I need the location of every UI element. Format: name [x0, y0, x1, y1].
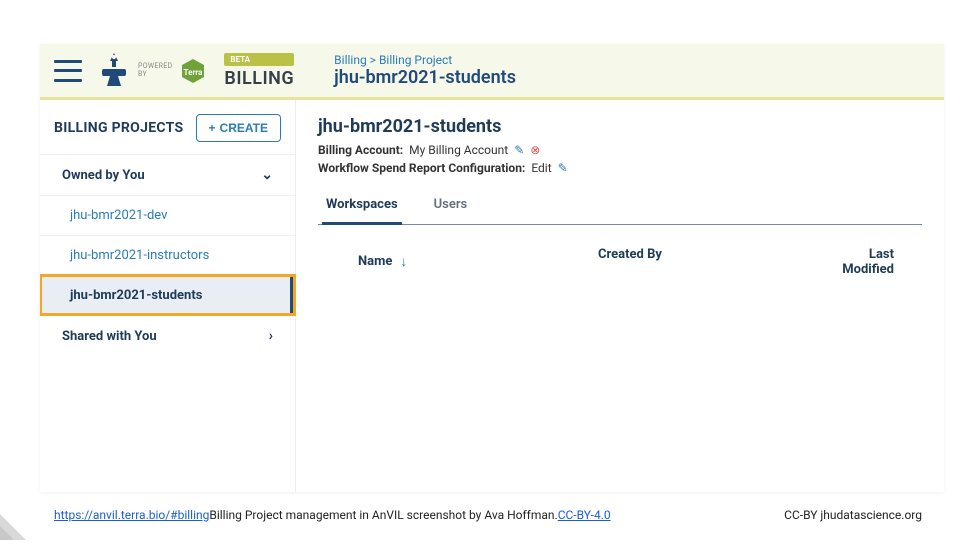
column-name[interactable]: Name ↓ [358, 247, 598, 277]
chevron-down-icon: ⌄ [261, 167, 273, 183]
sort-arrow-icon: ↓ [400, 253, 407, 270]
create-button[interactable]: + CREATE [196, 114, 281, 142]
project-item-instructors[interactable]: jhu-bmr2021-instructors [40, 235, 295, 275]
section-shared-with-you[interactable]: Shared with You › [40, 315, 295, 356]
plus-icon: + [209, 121, 216, 135]
create-label: CREATE [220, 121, 268, 135]
footer-text: Billing Project management in AnVIL scre… [209, 508, 557, 522]
section-shared-label: Shared with You [62, 329, 157, 344]
pencil-icon[interactable]: ✎ [514, 143, 524, 157]
table-header: Name ↓ Created By Last Modified [318, 225, 922, 277]
breadcrumb[interactable]: Billing > Billing Project [334, 53, 516, 67]
tab-workspaces[interactable]: Workspaces [322, 189, 402, 225]
breadcrumb-separator: > [370, 53, 379, 67]
content-area: BILLING PROJECTS + CREATE Owned by You ⌄… [40, 100, 944, 492]
svg-text:Terra: Terra [184, 68, 204, 77]
beta-badge: BETA [224, 53, 294, 66]
project-title: jhu-bmr2021-students [318, 116, 922, 137]
tabs: Workspaces Users [318, 189, 922, 225]
powered-by-label: POWERED BY [138, 63, 172, 78]
footer-attribution: CC-BY jhudatascience.org [784, 508, 922, 522]
menu-button[interactable] [54, 60, 82, 82]
breadcrumb-child[interactable]: Billing Project [379, 53, 452, 67]
section-owned-by-you[interactable]: Owned by You ⌄ [40, 154, 295, 195]
breadcrumb-title: jhu-bmr2021-students [334, 67, 516, 88]
billing-title: BILLING [224, 68, 294, 89]
billing-account-row: Billing Account: My Billing Account ✎ ⊗ [318, 143, 922, 157]
section-owned-label: Owned by You [62, 168, 145, 183]
header-bar: POWERED BY Terra BETA BILLING Billing > … [40, 44, 944, 100]
sidebar-header: BILLING PROJECTS + CREATE [40, 114, 295, 154]
column-last-modified[interactable]: Last Modified [838, 247, 894, 277]
terra-logo-icon: Terra [180, 58, 206, 84]
sidebar: BILLING PROJECTS + CREATE Owned by You ⌄… [40, 100, 296, 492]
remove-icon[interactable]: ⊗ [530, 143, 540, 157]
footer-license-link[interactable]: CC-BY-4.0 [558, 508, 611, 522]
breadcrumb-block: Billing > Billing Project jhu-bmr2021-st… [334, 53, 516, 88]
anvil-logo-icon [98, 51, 130, 91]
sidebar-title: BILLING PROJECTS [54, 120, 183, 136]
column-name-label: Name [358, 254, 392, 269]
workflow-config-row: Workflow Spend Report Configuration: Edi… [318, 161, 922, 175]
corner-decoration [0, 496, 44, 540]
pencil-icon[interactable]: ✎ [558, 161, 568, 175]
tab-users[interactable]: Users [430, 189, 472, 225]
page-title-block: BETA BILLING [224, 53, 294, 89]
workflow-config-value: Edit [531, 161, 551, 175]
project-item-dev[interactable]: jhu-bmr2021-dev [40, 195, 295, 235]
project-item-students[interactable]: jhu-bmr2021-students [40, 275, 295, 315]
chevron-right-icon: › [269, 328, 273, 344]
billing-account-value: My Billing Account [409, 143, 508, 157]
logo-group: POWERED BY Terra [98, 51, 206, 91]
main-panel: jhu-bmr2021-students Billing Account: My… [296, 100, 944, 492]
breadcrumb-parent[interactable]: Billing [334, 53, 367, 67]
footer-url-link[interactable]: https://anvil.terra.bio/#billing [54, 508, 209, 522]
column-created-by[interactable]: Created By [598, 247, 838, 277]
billing-account-label: Billing Account: [318, 143, 403, 157]
app-window: POWERED BY Terra BETA BILLING Billing > … [40, 44, 944, 492]
workflow-config-label: Workflow Spend Report Configuration: [318, 161, 525, 175]
